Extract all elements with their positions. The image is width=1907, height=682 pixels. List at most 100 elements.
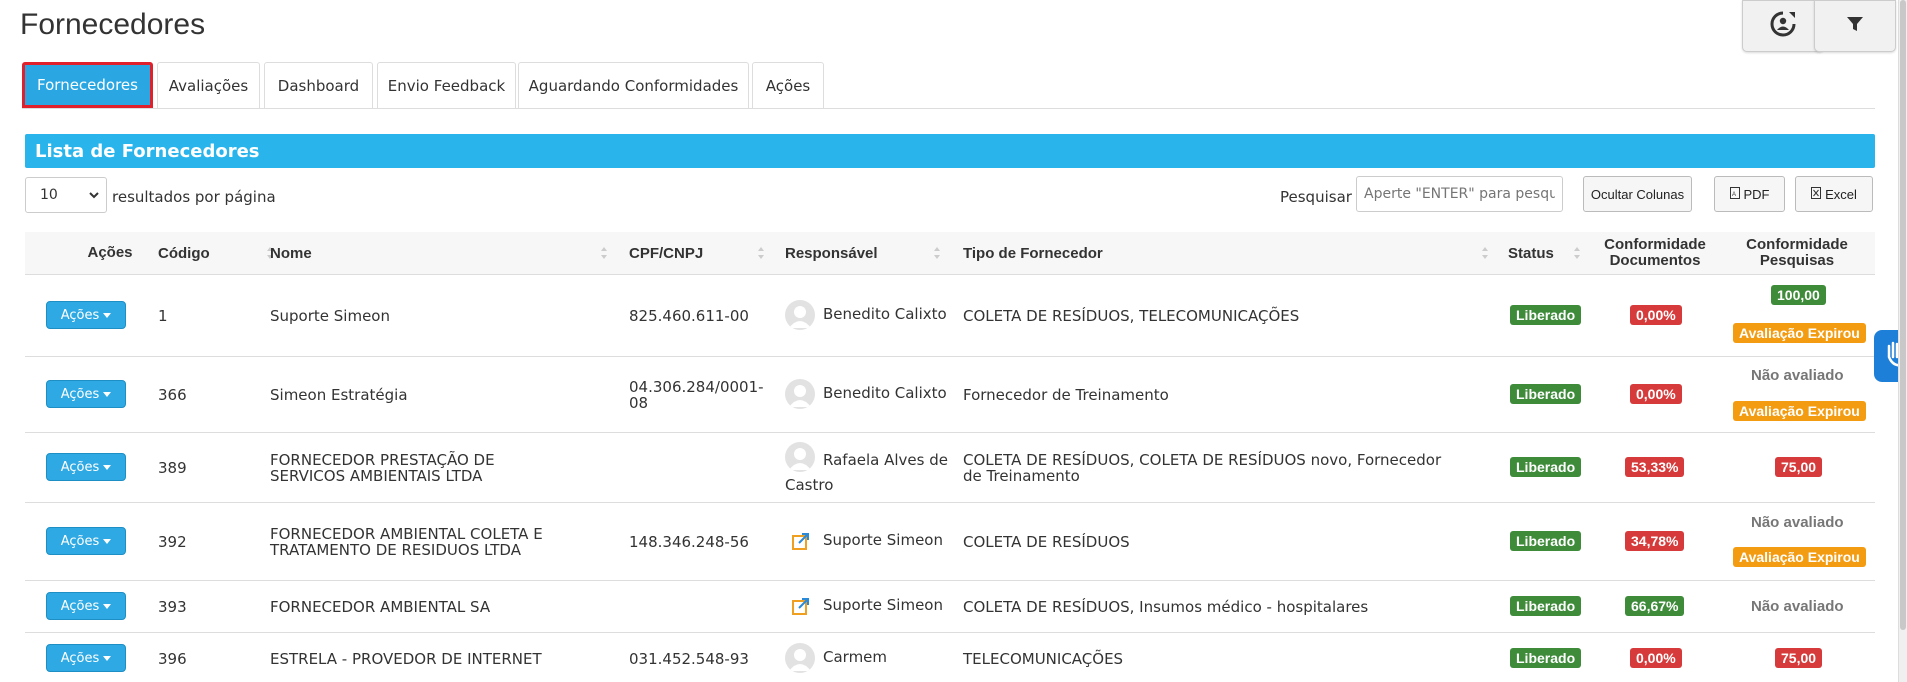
- pdf-label: PDF: [1743, 186, 1770, 202]
- nao-avaliado-label: Não avaliado: [1751, 598, 1844, 615]
- conformidade-documentos-badge: 66,67%: [1625, 596, 1685, 616]
- responsavel-cell: Suporte Simeon: [823, 596, 943, 614]
- avatar: [785, 300, 815, 330]
- col-tipo[interactable]: Tipo de Fornecedor: [963, 232, 1493, 274]
- tab-fornecedores[interactable]: Fornecedores: [22, 62, 153, 108]
- tab-aguardando-conformidades[interactable]: Aguardando Conformidades: [518, 62, 749, 108]
- codigo-cell: 366: [158, 386, 187, 404]
- row-actions-button[interactable]: Ações: [46, 380, 126, 408]
- user-sync-button[interactable]: [1742, 0, 1824, 52]
- cpf-cell: 825.460.611-00: [629, 307, 749, 325]
- caret-down-icon: [103, 655, 112, 661]
- col-conf-doc-line2: Documentos: [1609, 252, 1701, 269]
- caret-down-icon: [103, 538, 112, 544]
- avaliacao-expirou-badge: Avaliação Expirou: [1733, 323, 1866, 343]
- nome-cell: FORNECEDOR AMBIENTAL COLETA E TRATAMENTO…: [270, 525, 543, 559]
- tab-avaliacoes[interactable]: Avaliações: [157, 62, 260, 108]
- external-link-icon[interactable]: [791, 531, 811, 554]
- codigo-cell: 393: [158, 598, 187, 616]
- table-row: Ações 366 Simeon Estratégia 04.306.284/0…: [25, 357, 1875, 433]
- cpf-cell: 04.306.284/0001-08: [629, 378, 764, 412]
- scrollbar-thumb[interactable]: [1900, 0, 1906, 630]
- col-conformidade-pesquisas[interactable]: Conformidade Pesquisas: [1737, 232, 1857, 274]
- col-conformidade-documentos[interactable]: Conformidade Documentos: [1595, 232, 1715, 274]
- col-status-label: Status: [1508, 244, 1554, 262]
- table-row: Ações 393 FORNECEDOR AMBIENTAL SA Suport…: [25, 581, 1875, 633]
- nome-cell: Simeon Estratégia: [270, 386, 408, 404]
- page-title: Fornecedores: [20, 8, 206, 41]
- col-codigo[interactable]: Código: [158, 232, 278, 274]
- col-nome[interactable]: Nome: [270, 232, 612, 274]
- avatar: [785, 643, 815, 673]
- row-actions-label: Ações: [60, 386, 100, 402]
- responsavel-cell: Suporte Simeon: [823, 531, 943, 549]
- col-status[interactable]: Status: [1508, 232, 1585, 274]
- caret-down-icon: [103, 464, 112, 470]
- status-badge: Liberado: [1510, 531, 1582, 551]
- pdf-button[interactable]: A PDF: [1714, 176, 1785, 212]
- tab-dashboard[interactable]: Dashboard: [264, 62, 373, 108]
- row-actions-button[interactable]: Ações: [46, 644, 126, 672]
- col-cpf-label: CPF/CNPJ: [629, 244, 704, 262]
- nao-avaliado-label: Não avaliado: [1751, 514, 1844, 531]
- chevron-down-icon: [88, 189, 100, 205]
- page-size-value: 10: [40, 187, 58, 203]
- responsavel-cell: Benedito Calixto: [823, 384, 947, 402]
- excel-button[interactable]: Excel: [1795, 176, 1873, 212]
- page-scrollbar[interactable]: [1898, 0, 1907, 682]
- status-badge: Liberado: [1510, 596, 1582, 616]
- sort-icon: [1482, 247, 1488, 259]
- sort-icon: [934, 247, 940, 259]
- row-actions-button[interactable]: Ações: [46, 527, 126, 555]
- sort-icon: [1574, 247, 1580, 259]
- cpf-cell: 031.452.548-93: [629, 650, 749, 668]
- hide-columns-button[interactable]: Ocultar Colunas: [1583, 176, 1692, 212]
- filter-button[interactable]: [1814, 0, 1896, 52]
- conformidade-documentos-badge: 34,78%: [1625, 531, 1685, 551]
- col-acoes: Ações: [87, 244, 133, 261]
- conformidade-documentos-badge: 0,00%: [1630, 305, 1682, 325]
- table-row: Ações 1 Suporte Simeon 825.460.611-00 Be…: [25, 275, 1875, 357]
- row-actions-label: Ações: [60, 598, 100, 614]
- status-badge: Liberado: [1510, 384, 1582, 404]
- row-actions-button[interactable]: Ações: [46, 301, 126, 329]
- col-codigo-label: Código: [158, 244, 210, 262]
- col-nome-label: Nome: [270, 244, 312, 262]
- codigo-cell: 396: [158, 650, 187, 668]
- row-actions-button[interactable]: Ações: [46, 453, 126, 481]
- tipo-cell: COLETA DE RESÍDUOS, COLETA DE RESÍDUOS n…: [963, 451, 1442, 485]
- page-size-select[interactable]: 10: [25, 177, 107, 213]
- status-badge: Liberado: [1510, 457, 1582, 477]
- codigo-cell: 392: [158, 533, 187, 551]
- tab-acoes[interactable]: Ações: [752, 62, 824, 108]
- col-cpf[interactable]: CPF/CNPJ: [629, 232, 769, 274]
- tipo-cell: Fornecedor de Treinamento: [963, 386, 1169, 404]
- table-row: Ações 389 FORNECEDOR PRESTAÇÃO DE SERVIC…: [25, 433, 1875, 503]
- col-conf-pes-line2: Pesquisas: [1759, 252, 1835, 269]
- user-sync-icon: [1769, 10, 1797, 42]
- file-excel-icon: [1811, 186, 1822, 202]
- hide-columns-label: Ocultar Colunas: [1590, 186, 1685, 202]
- external-link-icon[interactable]: [791, 596, 811, 619]
- excel-label: Excel: [1825, 186, 1857, 202]
- conformidade-pesquisas-badge: 75,00: [1775, 457, 1823, 477]
- search-label: Pesquisar: [1280, 188, 1352, 206]
- search-input[interactable]: [1356, 176, 1563, 212]
- status-badge: Liberado: [1510, 305, 1582, 325]
- cpf-cell: 148.346.248-56: [629, 533, 749, 551]
- svg-text:A: A: [1732, 192, 1736, 198]
- nome-cell: ESTRELA - PROVEDOR DE INTERNET: [270, 650, 542, 668]
- responsavel-cell: Carmem: [823, 648, 888, 666]
- tab-bar: Fornecedores Avaliações Dashboard Envio …: [22, 62, 1875, 109]
- nome-cell: FORNECEDOR AMBIENTAL SA: [270, 598, 491, 616]
- nao-avaliado-label: Não avaliado: [1751, 367, 1844, 384]
- caret-down-icon: [103, 312, 112, 318]
- conformidade-documentos-badge: 0,00%: [1630, 648, 1682, 668]
- row-actions-button[interactable]: Ações: [46, 592, 126, 620]
- conformidade-pesquisas-badge: 100,00: [1771, 285, 1826, 305]
- row-actions-label: Ações: [60, 533, 100, 549]
- tab-envio-feedback[interactable]: Envio Feedback: [377, 62, 516, 108]
- col-responsavel[interactable]: Responsável: [785, 232, 945, 274]
- tipo-cell: COLETA DE RESÍDUOS, TELECOMUNICAÇÕES: [963, 307, 1300, 325]
- tipo-cell: COLETA DE RESÍDUOS, Insumos médico - hos…: [963, 598, 1369, 616]
